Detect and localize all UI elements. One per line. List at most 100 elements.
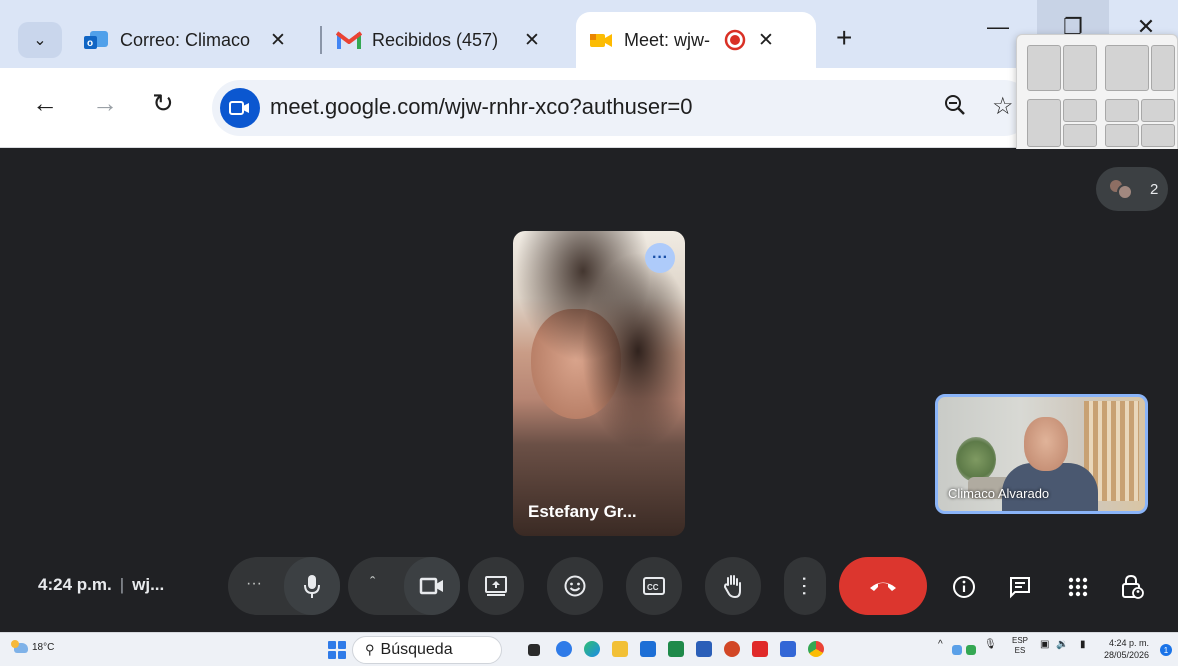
audio-control-group: ··· <box>228 557 340 615</box>
meeting-time-info: 4:24 p.m. | wj... <box>38 575 165 594</box>
site-info-icon[interactable] <box>220 88 260 128</box>
language-indicator[interactable]: ESP ES <box>1012 636 1028 656</box>
microphone-icon[interactable]: 🎙 <box>984 639 997 650</box>
excel-icon[interactable] <box>668 641 684 657</box>
new-tab-button[interactable]: + <box>836 22 852 54</box>
audio-options-icon[interactable]: ··· <box>246 575 262 593</box>
url-text: meet.google.com/wjw-rnhr-xco?authuser=0 <box>270 94 693 119</box>
clock-date: 28/05/2026 <box>1104 650 1150 660</box>
self-view-tile[interactable]: Climaco Alvarado <box>935 394 1148 514</box>
svg-text:CC: CC <box>647 583 659 592</box>
meet-icon <box>588 27 614 53</box>
tab-meet[interactable]: Meet: wjw- ✕ <box>576 12 816 68</box>
emoji-icon <box>564 575 586 597</box>
participant-tile[interactable]: ··· Estefany Gr... <box>513 231 685 536</box>
video-control-group: ˆ <box>348 557 460 615</box>
avatars-icon <box>1108 178 1133 200</box>
tray-app-icon[interactable] <box>952 645 962 655</box>
bookmark-star-icon[interactable]: ☆ <box>992 92 1014 121</box>
task-view-icon[interactable] <box>528 644 540 656</box>
chevron-up-icon[interactable]: ˆ <box>370 575 375 593</box>
meeting-time: 4:24 p.m. <box>38 575 112 594</box>
chat-button[interactable] <box>1002 569 1038 605</box>
edge-icon[interactable] <box>584 641 600 657</box>
acrobat-icon[interactable] <box>752 641 768 657</box>
weather-temp: 18°C <box>32 642 55 653</box>
participants-chip[interactable]: 2 <box>1096 167 1168 211</box>
tray-overflow-icon[interactable]: ^ <box>938 639 943 650</box>
search-placeholder: Búsqueda <box>380 641 453 658</box>
tab-title: Meet: wjw- <box>624 29 711 50</box>
more-options-icon[interactable]: ··· <box>645 243 675 273</box>
svg-text:o: o <box>87 38 93 49</box>
volume-icon[interactable]: 🔉 <box>1056 639 1068 650</box>
tab-separator <box>320 26 322 54</box>
zoom-out-icon[interactable] <box>944 94 966 122</box>
tab-search-button[interactable]: ⌄ <box>18 22 62 58</box>
reload-icon[interactable]: ↻ <box>152 88 174 119</box>
chrome-icon[interactable] <box>808 641 824 657</box>
weather-widget[interactable]: 18°C <box>11 639 55 653</box>
tab-title: Recibidos (457) <box>372 29 499 50</box>
search-icon: ⚲ <box>365 642 375 657</box>
close-icon[interactable]: ✕ <box>758 29 774 52</box>
recording-icon <box>724 29 746 51</box>
hangup-icon <box>870 582 896 591</box>
tab-title: Correo: Climaco <box>120 29 251 50</box>
reactions-button[interactable] <box>547 557 603 615</box>
apps-grid-icon <box>1068 577 1088 597</box>
captions-icon: CC <box>643 577 665 595</box>
browser-toolbar: ← → ↻ meet.google.com/wjw-rnhr-xco?authu… <box>0 68 1178 148</box>
raise-hand-button[interactable] <box>705 557 761 615</box>
system-clock[interactable]: 4:24 p. m. 28/05/2026 <box>1104 637 1149 661</box>
snap-layouts-flyout <box>1016 34 1178 156</box>
snap-layout-two-thirds[interactable] <box>1105 45 1175 91</box>
more-options-button[interactable]: ··· <box>784 557 826 615</box>
snap-layout-quadrants[interactable] <box>1105 99 1175 147</box>
snap-layout-left-right-stack[interactable] <box>1027 99 1097 147</box>
info-icon <box>953 576 975 598</box>
store-icon[interactable] <box>640 641 656 657</box>
camera-button[interactable] <box>404 557 460 615</box>
back-arrow-icon[interactable]: ← <box>32 88 58 119</box>
hand-icon <box>723 575 741 599</box>
snap-layout-halves[interactable] <box>1027 45 1097 91</box>
present-screen-button[interactable] <box>468 557 524 615</box>
chat-app-icon[interactable] <box>556 641 572 657</box>
camera-icon <box>419 577 443 595</box>
microphone-button[interactable] <box>284 557 340 615</box>
tab-outlook[interactable]: o Correo: Climaco ✕ <box>84 12 310 68</box>
network-icon[interactable]: ▣ <box>1040 639 1049 650</box>
lock-person-icon <box>1122 574 1144 599</box>
participant-count: 2 <box>1150 180 1159 198</box>
word-icon[interactable] <box>696 641 712 657</box>
file-explorer-icon[interactable] <box>612 641 628 657</box>
close-icon[interactable]: ✕ <box>270 29 286 52</box>
address-bar[interactable]: meet.google.com/wjw-rnhr-xco?authuser=0 … <box>212 80 1032 136</box>
powerpoint-icon[interactable] <box>724 641 740 657</box>
participant-name: Estefany Gr... <box>528 502 637 521</box>
tab-gmail[interactable]: Recibidos (457) ✕ <box>336 12 562 68</box>
leave-call-button[interactable] <box>839 557 927 615</box>
video-feed <box>1024 417 1068 471</box>
battery-icon[interactable]: ▮ <box>1080 639 1086 650</box>
tray-app-icon[interactable] <box>966 645 976 655</box>
meeting-code: wj... <box>132 575 165 594</box>
meeting-details-button[interactable] <box>946 569 982 605</box>
present-icon <box>485 576 507 596</box>
activities-button[interactable] <box>1060 569 1096 605</box>
host-controls-button[interactable] <box>1114 569 1150 605</box>
microphone-icon <box>304 575 320 598</box>
os-taskbar: 18°C ⚲ Búsqueda ^ 🎙 ESP ES ▣ 🔉 ▮ 4:24 p.… <box>0 632 1178 666</box>
notification-badge[interactable]: 1 <box>1160 644 1172 656</box>
forward-arrow-icon[interactable]: → <box>92 88 118 119</box>
gmail-icon <box>336 27 362 53</box>
chat-icon <box>1010 577 1030 599</box>
start-button[interactable] <box>328 641 346 659</box>
captions-button[interactable]: CC <box>626 557 682 615</box>
close-icon[interactable]: ✕ <box>524 29 540 52</box>
outlook-icon: o <box>84 27 110 53</box>
taskbar-search[interactable]: ⚲ Búsqueda <box>352 636 502 664</box>
more-vert-icon: ··· <box>793 575 818 597</box>
app-icon[interactable] <box>780 641 796 657</box>
